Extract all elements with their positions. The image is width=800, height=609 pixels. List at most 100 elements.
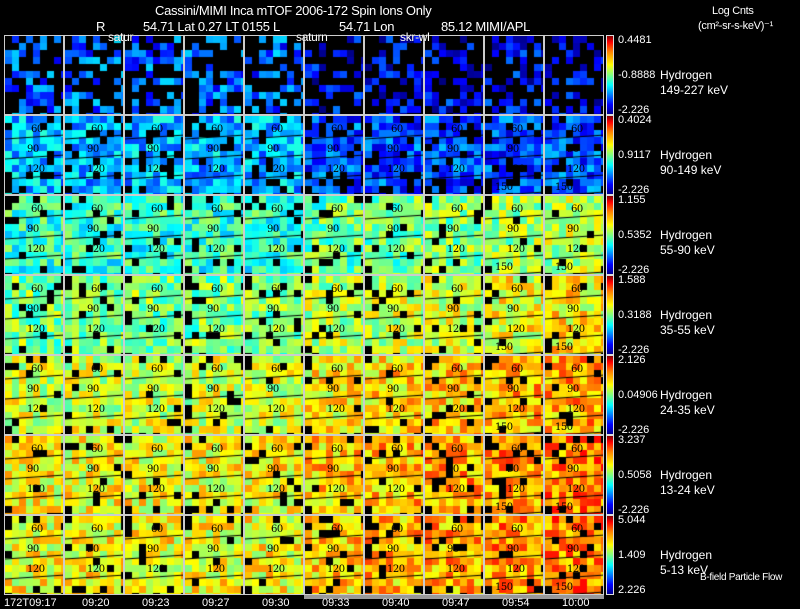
species-label: Hydrogen 55-90 keV [660, 228, 715, 258]
pitch-angle-label: 120 [27, 324, 45, 335]
pitch-angle-label: 120 [87, 164, 105, 175]
pitch-angle-label: 60 [391, 364, 403, 375]
time-tick-label: 09:33 [322, 597, 350, 609]
pitch-angle-label: 90 [147, 544, 159, 555]
spectrogram-panel: 60 90 120 150 [544, 275, 604, 355]
pitch-angle-label: 60 [451, 284, 463, 295]
pitch-angle-label: 60 [451, 364, 463, 375]
spectrogram-panel: 60 90 120 [364, 195, 424, 275]
pitch-angle-label: 60 [211, 444, 223, 455]
pitch-angle-label: 150 [555, 502, 573, 513]
spectrogram-panel: 60 90 120 [364, 515, 424, 595]
spectrogram-panel [304, 35, 364, 115]
pitch-angle-label: 120 [507, 564, 525, 575]
spectrogram-panel: 60 90 120 150 [484, 435, 544, 515]
pitch-angle-label: 90 [87, 144, 99, 155]
pitch-angle-label: 120 [147, 404, 165, 415]
ephemeris-lon: 54.71 Lon [339, 19, 395, 34]
pitch-angle-label: 120 [387, 484, 405, 495]
pitch-angle-label: 60 [571, 124, 583, 135]
colorbar-max-label: 1.588 [618, 274, 646, 286]
time-tick-label: 09:27 [202, 597, 230, 609]
pitch-angle-label: 90 [207, 224, 219, 235]
spectrogram-panel: 60 90 120 [424, 515, 484, 595]
pitch-angle-label: 90 [267, 384, 279, 395]
pitch-angle-label: 60 [451, 444, 463, 455]
spectrogram-panel: 60 90 120 [184, 275, 244, 355]
pitch-angle-label: 120 [87, 324, 105, 335]
time-tick-label: 09:20 [82, 597, 110, 609]
energy-range: 24-35 keV [660, 403, 715, 417]
species-label: Hydrogen 149-227 keV [660, 68, 728, 98]
pitch-angle-label: 60 [571, 284, 583, 295]
pitch-angle-label: 120 [567, 404, 585, 415]
time-tick-label: 172T09:17 [4, 597, 57, 609]
spectrogram-panel: 60 90 120 150 [544, 435, 604, 515]
pitch-angle-label: 60 [31, 364, 43, 375]
pitch-angle-label: 60 [211, 124, 223, 135]
pitch-angle-label: 90 [507, 144, 519, 155]
spectrogram-panel: 60 90 120 [124, 275, 184, 355]
pitch-angle-label: 90 [147, 384, 159, 395]
spectrogram-panel: 60 90 120 [304, 275, 364, 355]
pitch-angle-label: 90 [87, 304, 99, 315]
colorbar-max-label: 3.237 [618, 434, 646, 446]
spectrogram-panel: 60 90 120 [244, 355, 304, 435]
pitch-angle-label: 90 [327, 384, 339, 395]
pitch-angle-label: 120 [567, 324, 585, 335]
spectrogram-panel: 60 90 120 [364, 435, 424, 515]
spectrogram-panel: 60 90 120 [304, 195, 364, 275]
pitch-angle-label: 120 [567, 164, 585, 175]
pitch-angle-label: 120 [387, 324, 405, 335]
pitch-angle-label: 120 [507, 244, 525, 255]
pitch-angle-label: 90 [147, 304, 159, 315]
colorbar-mid-label: 0.3188 [618, 309, 652, 321]
spectrogram-panel: 60 90 120 150 [484, 355, 544, 435]
pitch-angle-label: 120 [147, 564, 165, 575]
pitch-angle-label: 60 [571, 204, 583, 215]
species-label: Hydrogen 35-55 keV [660, 308, 715, 338]
pitch-angle-label: 90 [507, 464, 519, 475]
pitch-angle-label: 120 [267, 564, 285, 575]
pitch-angle-label: 150 [555, 342, 573, 353]
spectrogram-panel: 60 90 120 [64, 435, 124, 515]
colorbar-mid-label: -0.8888 [618, 69, 656, 81]
spectrogram-panel: 60 90 120 150 [484, 115, 544, 195]
spectrogram-panel: 60 90 120 [364, 115, 424, 195]
pitch-angle-label: 60 [391, 284, 403, 295]
spectrogram-panel: 60 90 120 [64, 195, 124, 275]
spectrogram-panel: 60 90 120 [364, 275, 424, 355]
spectrogram-panel: 60 90 120 [184, 435, 244, 515]
plot-title: Cassini/MIMI Inca mTOF 2006-172 Spin Ion… [155, 3, 432, 18]
pitch-angle-label: 150 [555, 582, 573, 593]
spectrogram-panel: 60 90 120 [304, 435, 364, 515]
species-name: Hydrogen [660, 148, 713, 162]
pitch-angle-label: 150 [495, 502, 513, 513]
spectrogram-panel: 60 90 120 150 [484, 275, 544, 355]
pitch-angle-label: 90 [447, 304, 459, 315]
pitch-angle-label: 90 [447, 144, 459, 155]
pitch-angle-label: 60 [271, 524, 283, 535]
spectrogram-panel: 60 90 120 [244, 275, 304, 355]
pitch-angle-label: 120 [447, 404, 465, 415]
spectrogram-panel [244, 35, 304, 115]
pitch-angle-label: 90 [267, 304, 279, 315]
colorbar-max-label: 2.126 [618, 354, 646, 366]
pitch-angle-label: 60 [31, 524, 43, 535]
spectrogram-panel: 60 90 120 [304, 115, 364, 195]
pitch-angle-label: 60 [91, 124, 103, 135]
time-tick-label: 09:54 [502, 597, 530, 609]
pitch-angle-label: 120 [447, 164, 465, 175]
colorbar-mid-label: 0.04906 [618, 389, 658, 401]
pitch-angle-label: 120 [207, 244, 225, 255]
pitch-angle-label: 90 [27, 384, 39, 395]
pitch-angle-label: 90 [87, 384, 99, 395]
spectrogram-panel: 60 90 120 150 [544, 515, 604, 595]
pitch-angle-label: 60 [331, 204, 343, 215]
spectrogram-panel [124, 35, 184, 115]
pitch-angle-label: 60 [511, 524, 523, 535]
pitch-angle-label: 120 [87, 564, 105, 575]
pitch-angle-label: 150 [555, 422, 573, 433]
pitch-angle-label: 90 [567, 304, 579, 315]
colorbar [606, 115, 614, 195]
